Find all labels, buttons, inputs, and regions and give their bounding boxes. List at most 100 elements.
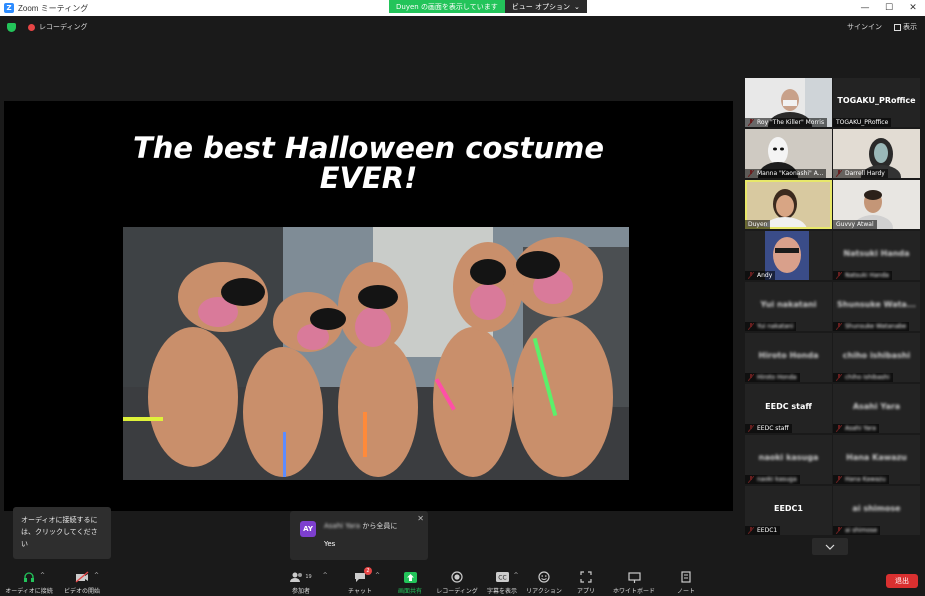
apps-button[interactable]: アプリ — [575, 566, 597, 596]
participant-display-name: EEDC1 — [773, 504, 803, 513]
participant-name: Andy — [745, 271, 776, 280]
start-video-button[interactable]: ^ ビデオの開始 — [60, 566, 104, 596]
chevron-up-icon[interactable]: ^ — [375, 572, 380, 579]
participant-name-text: Yui nakatani — [757, 323, 794, 330]
recording-label[interactable]: レコーディング — [39, 22, 88, 32]
shared-screen: The best Halloween costume EVER! — [4, 101, 733, 511]
start-video-label: ビデオの開始 — [63, 588, 100, 595]
participant-tile[interactable]: TOGAKU_PRoffice TOGAKU_PRoffice — [833, 78, 920, 127]
share-screen-icon — [403, 571, 417, 583]
window-title: Zoom ミーティング — [18, 3, 89, 13]
participant-name-text: Natsuki Handa — [845, 272, 889, 279]
participant-name-text: Hana Kawazu — [845, 476, 886, 483]
apps-label: アプリ — [576, 588, 595, 595]
leave-button[interactable]: 退出 — [886, 574, 918, 588]
chat-notification[interactable]: AY Asahi Yara から全員に Yes ✕ — [290, 511, 428, 560]
participant-name: EEDC1 — [745, 526, 781, 535]
slide-title: The best Halloween costume EVER! — [4, 133, 733, 193]
reactions-button[interactable]: リアクション — [526, 566, 562, 596]
share-banner: Duyen の画面を表示しています ビュー オプション ⌄ — [389, 0, 587, 13]
participant-tile[interactable]: Yui nakatani Yui nakatani — [745, 282, 832, 331]
minimize-icon[interactable]: — — [853, 0, 877, 16]
chevron-up-icon[interactable]: ^ — [323, 572, 328, 579]
chevron-up-icon[interactable]: ^ — [513, 572, 518, 579]
notes-button[interactable]: ノート — [676, 566, 696, 596]
participant-display-name: TOGAKU_PRoffice — [837, 96, 916, 105]
headphones-icon — [24, 572, 34, 582]
participant-tile[interactable]: Asahi Yara Asahi Yara — [833, 384, 920, 433]
participant-tile[interactable]: EEDC staff EEDC staff — [745, 384, 832, 433]
participant-tile[interactable]: chiho ishibashi chiho ishibashi — [833, 333, 920, 382]
participant-name-text: Shunsuke Watanabe — [845, 323, 907, 330]
video-off-icon — [75, 571, 89, 583]
participant-tile[interactable]: Roy "The Killer" Morris — [745, 78, 832, 127]
view-label: 表示 — [903, 23, 917, 31]
record-button[interactable]: レコーディング — [436, 566, 478, 596]
view-options-button[interactable]: ビュー オプション ⌄ — [504, 0, 587, 13]
notes-icon — [681, 571, 691, 583]
participant-display-name: naoki kasuga — [758, 453, 819, 462]
participants-count: 19 — [305, 574, 312, 580]
topbar-right: サインイン 表示 — [847, 22, 917, 32]
participant-display-name: Hiroto Honda — [758, 351, 819, 360]
participant-tile[interactable]: Guvvy Atwal — [833, 180, 920, 229]
reactions-label: リアクション — [526, 588, 562, 595]
share-status: Duyen の画面を表示しています — [389, 0, 505, 13]
captions-icon: CC — [495, 572, 509, 582]
participant-display-name: EEDC staff — [765, 402, 812, 411]
participant-tile[interactable]: Natsuki Handa Natsuki Handa — [833, 231, 920, 280]
chevron-down-icon — [825, 544, 835, 550]
chat-message: Yes — [324, 540, 336, 548]
participant-display-name: Shunsuke Wata... — [837, 300, 916, 309]
view-options-label: ビュー オプション — [511, 2, 570, 11]
participant-name-text: Asahi Yara — [845, 425, 876, 432]
chevron-up-icon[interactable]: ^ — [94, 572, 99, 579]
participant-tile[interactable]: EEDC1 EEDC1 — [745, 486, 832, 535]
close-icon[interactable]: ✕ — [417, 514, 424, 523]
maximize-icon[interactable]: ☐ — [877, 0, 901, 16]
join-audio-button[interactable]: ^ オーディオに接続 — [5, 566, 53, 596]
share-screen-button[interactable]: 画面共有 — [394, 566, 426, 596]
participant-name: Natsuki Handa — [833, 271, 892, 280]
participant-display-name: Yui nakatani — [760, 300, 817, 309]
chevron-up-icon[interactable]: ^ — [40, 572, 45, 579]
participant-name: naoki kasuga — [745, 475, 800, 484]
participant-tile[interactable]: Manna "Kaonashi" A... — [745, 129, 832, 178]
participant-name: EEDC staff — [745, 424, 792, 433]
whiteboard-button[interactable]: ホワイトボード — [613, 566, 655, 596]
costume-photo-illustration — [123, 227, 629, 480]
participant-tile[interactable]: ai shimose ai shimose — [833, 486, 920, 535]
participant-name-text: naoki kasuga — [757, 476, 797, 483]
close-icon[interactable]: ✕ — [901, 0, 925, 16]
participant-tile[interactable]: Hiroto Honda Hiroto Honda — [745, 333, 832, 382]
participant-tile[interactable]: Hana Kawazu Hana Kawazu — [833, 435, 920, 484]
chat-unread-badge: 2 — [364, 567, 372, 575]
participant-name: ai shimose — [833, 526, 881, 535]
slide-title-line2: EVER! — [319, 161, 418, 195]
participants-button[interactable]: 19 ^ 参加者 — [288, 566, 328, 596]
whiteboard-icon — [627, 571, 641, 583]
participant-name: Shunsuke Watanabe — [833, 322, 910, 331]
participant-name: Roy "The Killer" Morris — [745, 118, 828, 127]
participant-name-text: Hiroto Honda — [757, 374, 797, 381]
captions-label: 字幕を表示 — [486, 588, 517, 595]
chat-button[interactable]: 2 ^ チャット — [348, 566, 380, 596]
sign-in-button[interactable]: サインイン — [847, 22, 882, 32]
svg-text:CC: CC — [498, 574, 506, 581]
view-button[interactable]: 表示 — [894, 22, 917, 32]
participant-name: Darrell Hardy — [833, 169, 888, 178]
audio-connect-tooltip[interactable]: オーディオに接続するには、クリックしてください — [13, 507, 111, 559]
chat-sender-suffix: から全員に — [360, 522, 398, 530]
shield-icon[interactable] — [7, 22, 16, 32]
participant-name-text: ai shimose — [845, 527, 878, 534]
participant-tile[interactable]: Darrell Hardy — [833, 129, 920, 178]
participant-tile[interactable]: naoki kasuga naoki kasuga — [745, 435, 832, 484]
participant-tile[interactable]: Shunsuke Wata... Shunsuke Watanabe — [833, 282, 920, 331]
participant-display-name: Natsuki Handa — [843, 249, 910, 258]
gallery-next-page-button[interactable] — [812, 538, 848, 555]
captions-button[interactable]: CC ^ 字幕を表示 — [485, 566, 519, 596]
participant-tile[interactable]: Andy — [745, 231, 832, 280]
participant-display-name: ai shimose — [852, 504, 901, 513]
participant-name: chiho ishibashi — [833, 373, 893, 382]
participant-tile-active-speaker[interactable]: Duyen — [745, 180, 832, 229]
